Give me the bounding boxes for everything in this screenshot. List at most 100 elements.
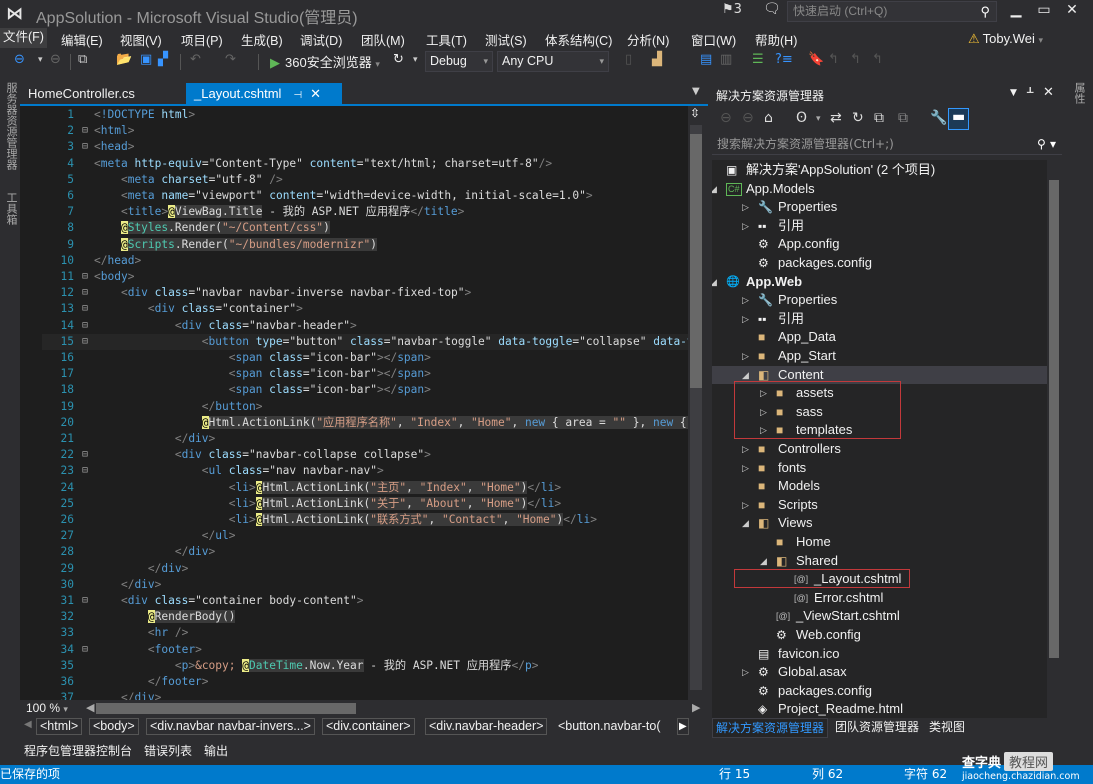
- redo-icon[interactable]: ↷: [225, 52, 236, 67]
- pending-changes-filter-icon[interactable]: ʘ: [796, 110, 807, 126]
- fold-toggle-icon[interactable]: ⊟: [82, 642, 88, 658]
- fold-toggle-icon[interactable]: ⊟: [82, 593, 88, 609]
- start-debugging-button[interactable]: ▶ 360安全浏览器 ▾: [270, 52, 380, 71]
- expand-arrow-icon[interactable]: ▷: [742, 347, 749, 365]
- prev-bookmark-icon[interactable]: ↰: [828, 52, 839, 67]
- tree-node[interactable]: ■ Models: [712, 477, 1047, 496]
- back-icon[interactable]: ⊖: [720, 110, 732, 126]
- code-line[interactable]: 16 <span class="icon-bar"></span>: [42, 350, 688, 366]
- breadcrumb-item[interactable]: <body>: [89, 718, 139, 735]
- code-line[interactable]: 3 ⊟ <head>: [42, 139, 688, 155]
- fold-toggle-icon[interactable]: ⊟: [82, 139, 88, 155]
- code-line[interactable]: 10 </head>: [42, 253, 688, 269]
- tab-layout-cshtml[interactable]: _Layout.cshtml ⊣ ✕: [186, 83, 342, 104]
- code-line[interactable]: 32 @RenderBody(): [42, 609, 688, 625]
- chevron-down-icon[interactable]: ▾: [816, 114, 821, 124]
- tab-output[interactable]: 输出: [204, 742, 228, 759]
- menu-file[interactable]: 文件(F): [0, 28, 47, 48]
- tree-node[interactable]: ⚙ packages.config: [712, 682, 1047, 701]
- indent-icon[interactable]: ☰: [752, 52, 764, 67]
- tree-node[interactable]: ▷ 🔧 Properties: [712, 291, 1047, 310]
- tab-class-view[interactable]: 类视图: [926, 718, 968, 736]
- collapse-arrow-icon[interactable]: ◢: [742, 514, 749, 532]
- code-line[interactable]: 33 <hr />: [42, 625, 688, 641]
- breadcrumb-item[interactable]: <div.container>: [322, 718, 415, 735]
- tree-node[interactable]: ◢ 🌐 App.Web: [712, 273, 1047, 292]
- menu-window[interactable]: 窗口(W): [691, 30, 736, 49]
- show-all-files-icon[interactable]: ⧉: [898, 110, 908, 126]
- find-in-files-icon[interactable]: ▟: [652, 52, 662, 67]
- save-all-icon[interactable]: ▞: [158, 52, 168, 67]
- tree-node[interactable]: [@] Error.cshtml: [712, 589, 1047, 608]
- code-line[interactable]: 15 ⊟ <button type="button" class="navbar-…: [42, 333, 688, 350]
- configuration-dropdown[interactable]: Debug ▾: [425, 51, 493, 72]
- fold-toggle-icon[interactable]: ⊟: [82, 301, 88, 317]
- menu-analyze[interactable]: 分析(N): [627, 30, 669, 49]
- code-line[interactable]: 19 </button>: [42, 399, 688, 415]
- collapse-arrow-icon[interactable]: ◢: [712, 273, 717, 291]
- split-editor-icon[interactable]: ⇳: [690, 106, 700, 120]
- code-line[interactable]: 37 </div>: [42, 690, 688, 700]
- undo-icon[interactable]: ↶: [190, 52, 201, 67]
- collapse-arrow-icon[interactable]: ◢: [712, 180, 717, 198]
- minimize-button[interactable]: ▁: [1006, 2, 1026, 18]
- quick-launch-input[interactable]: 快速启动 (Ctrl+Q) ⚲: [787, 1, 997, 22]
- code-line[interactable]: 23 ⊟ <ul class="nav navbar-nav">: [42, 463, 688, 479]
- maximize-button[interactable]: ▭: [1034, 2, 1054, 18]
- chevron-down-icon[interactable]: ▾: [38, 55, 43, 65]
- collapse-arrow-icon[interactable]: ◢: [760, 552, 767, 570]
- tree-node[interactable]: ▷ ⚙ Global.asax: [712, 663, 1047, 682]
- tab-team-explorer[interactable]: 团队资源管理器: [832, 718, 922, 736]
- pin-icon[interactable]: ᚆ: [1027, 85, 1033, 100]
- navigate-forward-icon[interactable]: ⊖: [50, 52, 61, 67]
- user-account[interactable]: ⚠ Toby.Wei ▾: [968, 31, 1043, 47]
- code-line[interactable]: 14 ⊟ <div class="navbar-header">: [42, 318, 688, 334]
- tree-node[interactable]: ◢ ◧ Views: [712, 514, 1047, 533]
- navigate-back-icon[interactable]: ⊖: [14, 52, 25, 67]
- fold-toggle-icon[interactable]: ⊟: [82, 447, 88, 463]
- menu-team[interactable]: 团队(M): [361, 30, 405, 49]
- code-line[interactable]: 11 ⊟ <body>: [42, 269, 688, 285]
- tab-solution-explorer[interactable]: 解决方案资源管理器: [712, 718, 829, 738]
- scroll-right-icon[interactable]: ▶: [692, 701, 700, 714]
- menu-test[interactable]: 测试(S): [485, 30, 527, 49]
- code-line[interactable]: 35 <p>&copy; @DateTime.Now.Year - 我的 ASP…: [42, 658, 688, 674]
- breadcrumb-item[interactable]: <div.navbar-header>: [425, 718, 548, 735]
- tab-home-controller[interactable]: HomeController.cs: [20, 83, 143, 104]
- code-line[interactable]: 1 <!DOCTYPE html>: [42, 107, 688, 123]
- expand-arrow-icon[interactable]: ▷: [742, 496, 749, 514]
- code-line[interactable]: 13 ⊟ <div class="container">: [42, 301, 688, 317]
- code-line[interactable]: 21 </div>: [42, 431, 688, 447]
- code-line[interactable]: 2 ⊟ <html>: [42, 123, 688, 139]
- tree-node[interactable]: ◢ ◧ Shared: [712, 552, 1047, 571]
- uncomment-icon[interactable]: ▥: [720, 52, 732, 67]
- attach-icon[interactable]: ▯: [625, 52, 632, 67]
- fold-toggle-icon[interactable]: ⊟: [82, 123, 88, 139]
- code-line[interactable]: 6 <meta name="viewport" content="width=d…: [42, 188, 688, 204]
- tab-error-list[interactable]: 错误列表: [144, 742, 192, 759]
- menu-project[interactable]: 项目(P): [181, 30, 223, 49]
- code-line[interactable]: 17 <span class="icon-bar"></span>: [42, 366, 688, 382]
- code-line[interactable]: 31 ⊟ <div class="container body-content">: [42, 593, 688, 609]
- code-line[interactable]: 20 @Html.ActionLink("应用程序名称", "Index", "…: [42, 415, 688, 431]
- open-file-icon[interactable]: 📂: [116, 52, 132, 67]
- feedback-icon[interactable]: 🗨: [763, 1, 781, 17]
- tree-scroll-thumb[interactable]: [1049, 180, 1059, 658]
- crumb-scroll-right-icon[interactable]: ▶: [677, 718, 689, 735]
- close-tab-icon[interactable]: ✕: [310, 86, 321, 101]
- properties-tab[interactable]: 属性: [1071, 82, 1087, 104]
- quick-info-icon[interactable]: ?≡: [775, 52, 793, 67]
- window-position-dropdown-icon[interactable]: ▼: [1010, 88, 1017, 98]
- scroll-left-icon[interactable]: ◀: [86, 701, 94, 714]
- home-icon[interactable]: ⌂: [764, 110, 773, 126]
- tree-node[interactable]: ▣ 解决方案'AppSolution' (2 个项目): [712, 161, 1047, 180]
- toolbox-tab[interactable]: 工具箱: [3, 192, 19, 225]
- expand-arrow-icon[interactable]: ▷: [742, 459, 749, 477]
- tree-node[interactable]: ▷ ■ Controllers: [712, 440, 1047, 459]
- properties-wrench-icon[interactable]: 🔧: [930, 110, 947, 126]
- menu-view[interactable]: 视图(V): [120, 30, 162, 49]
- expand-arrow-icon[interactable]: ▷: [742, 291, 749, 309]
- fold-toggle-icon[interactable]: ⊟: [82, 463, 88, 479]
- new-project-icon[interactable]: ⧉: [78, 52, 87, 67]
- expand-arrow-icon[interactable]: ▷: [742, 310, 749, 328]
